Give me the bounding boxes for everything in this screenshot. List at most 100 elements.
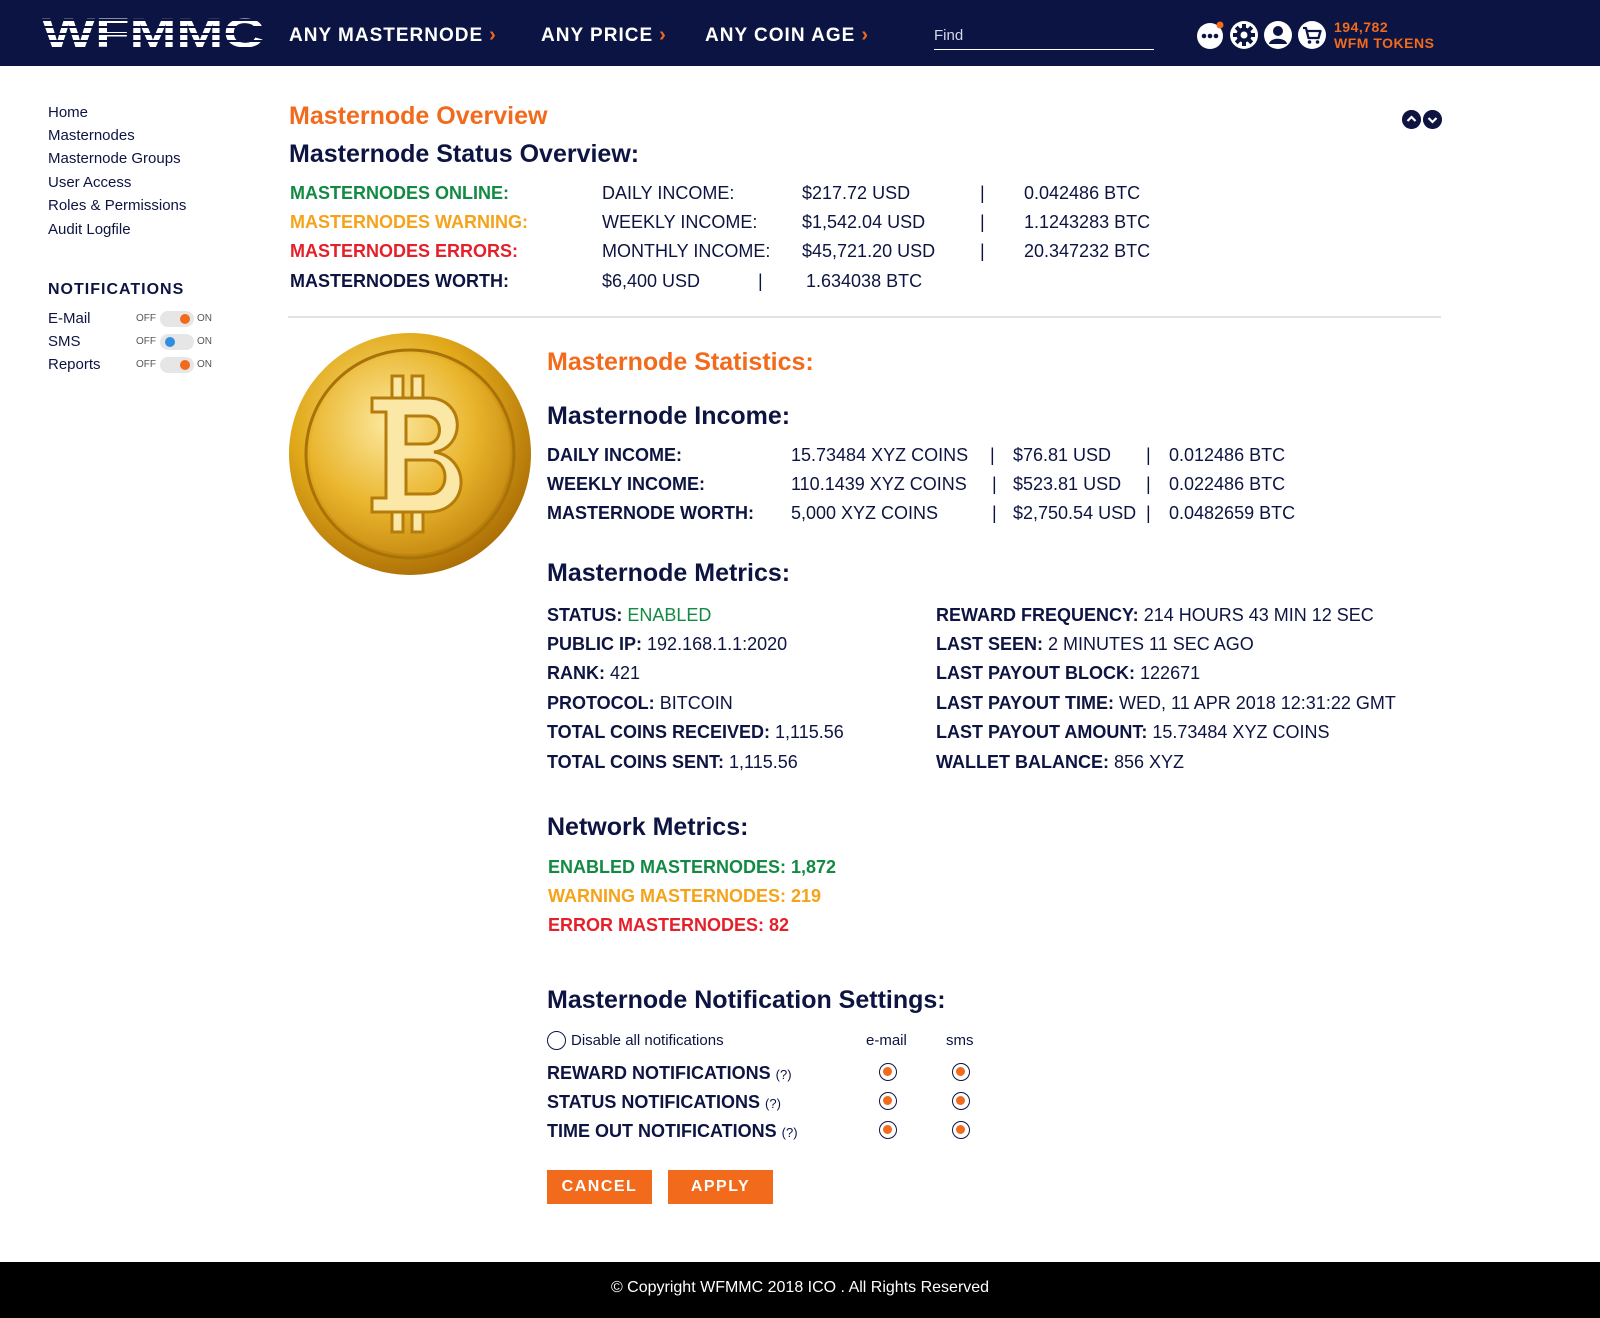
- expand-down-icon[interactable]: [1423, 110, 1442, 129]
- notification-label: E-Mail: [48, 310, 91, 327]
- apply-button[interactable]: APPLY: [668, 1170, 773, 1204]
- sms-column-header: sms: [946, 1032, 974, 1049]
- copyright-text: © Copyright WFMMC 2018 ICO . All Rights …: [610, 1279, 990, 1296]
- timeout-sms-radio[interactable]: [952, 1121, 970, 1139]
- sidebar-link-masternodes[interactable]: Masternodes: [48, 127, 135, 144]
- toggle-knob: [180, 360, 190, 370]
- sidebar-link-masternode-groups[interactable]: Masternode Groups: [48, 150, 181, 167]
- metric-rank: RANK: 421: [547, 663, 640, 684]
- metric-label: LAST SEEN:: [936, 634, 1044, 654]
- chevron-right-icon: ›: [861, 24, 869, 46]
- cancel-button[interactable]: CANCEL: [547, 1170, 652, 1204]
- daily-income-usd: $217.72 USD: [802, 183, 911, 203]
- separator: |: [758, 271, 763, 291]
- monthly-income-usd: $45,721.20 USD: [802, 241, 936, 261]
- monthly-income-label: MONTHLY INCOME:: [602, 241, 771, 261]
- timeout-notifications-label: TIME OUT NOTIFICATIONS (?): [547, 1121, 798, 1142]
- chat-notification-icon[interactable]: [1195, 20, 1225, 50]
- sidebar-link-roles-permissions[interactable]: Roles & Permissions: [48, 197, 186, 214]
- gear-icon[interactable]: [1229, 20, 1259, 50]
- metric-protocol: PROTOCOL: BITCOIN: [547, 693, 733, 714]
- metric-last-payout-amount: LAST PAYOUT AMOUNT: 15.73484 XYZ COINS: [936, 722, 1329, 743]
- status-notifications-label: STATUS NOTIFICATIONS (?): [547, 1092, 781, 1113]
- income-row-coins: 5,000 XYZ COINS: [791, 503, 939, 523]
- monthly-income-btc: 20.347232 BTC: [1024, 241, 1151, 261]
- masternodes-errors-label: MASTERNODES ERRORS:: [290, 241, 519, 261]
- nav-any-coin-age[interactable]: ANY COIN AGE ›: [705, 24, 869, 47]
- metric-last-payout-block: LAST PAYOUT BLOCK: 122671: [936, 663, 1200, 684]
- status-sms-radio[interactable]: [952, 1092, 970, 1110]
- metric-value: WED, 11 APR 2018 12:31:22 GMT: [1119, 693, 1396, 713]
- user-icon[interactable]: [1263, 20, 1293, 50]
- network-metrics-title: Network Metrics:: [547, 813, 749, 841]
- income-row-label: MASTERNODE WORTH:: [547, 503, 754, 523]
- metric-reward-frequency: REWARD FREQUENCY: 214 HOURS 43 MIN 12 SE…: [936, 605, 1374, 626]
- notification-label: Reports: [48, 356, 101, 373]
- metric-label: TOTAL COINS RECEIVED:: [547, 722, 771, 742]
- wfmmc-logo[interactable]: WFMMC: [42, 14, 264, 50]
- timeout-email-radio[interactable]: [879, 1121, 897, 1139]
- separator: |: [980, 212, 985, 232]
- nav-any-masternode[interactable]: ANY MASTERNODE ›: [289, 24, 497, 47]
- metric-value: BITCOIN: [659, 693, 733, 713]
- income-title: Masternode Income:: [547, 402, 791, 430]
- separator: |: [992, 474, 997, 494]
- weekly-income-label: WEEKLY INCOME:: [602, 212, 758, 232]
- search-input[interactable]: [934, 22, 1154, 50]
- status-email-radio[interactable]: [879, 1092, 897, 1110]
- sidebar-link-home[interactable]: Home: [48, 104, 88, 121]
- reward-notifications-label: REWARD NOTIFICATIONS (?): [547, 1063, 792, 1084]
- sidebar-link-user-access[interactable]: User Access: [48, 174, 131, 191]
- warning-masternodes-count: WARNING MASTERNODES: 219: [548, 886, 822, 906]
- income-row-usd: $76.81 USD: [1013, 445, 1112, 465]
- nav-any-price[interactable]: ANY PRICE ›: [541, 24, 667, 47]
- reports-toggle[interactable]: [160, 357, 194, 373]
- worth-usd: $6,400 USD: [602, 271, 701, 291]
- metric-label: STATUS:: [547, 605, 623, 625]
- help-icon[interactable]: (?): [765, 1096, 781, 1111]
- off-label: OFF: [136, 359, 156, 370]
- metric-value: 856 XYZ: [1114, 752, 1185, 772]
- notification-label: SMS: [48, 333, 81, 350]
- top-navigation-bar: WFMMC ANY MASTERNODE › ANY PRICE › ANY COI…: [0, 0, 1600, 66]
- on-label: ON: [197, 336, 212, 347]
- sms-toggle[interactable]: [160, 334, 194, 350]
- metric-label: LAST PAYOUT TIME:: [936, 693, 1115, 713]
- reward-sms-radio[interactable]: [952, 1063, 970, 1081]
- help-icon[interactable]: (?): [776, 1067, 792, 1082]
- on-label: ON: [197, 313, 212, 324]
- metric-total-coins-sent: TOTAL COINS SENT: 1,115.56: [547, 752, 798, 773]
- separator: |: [1146, 503, 1151, 523]
- separator: |: [980, 183, 985, 203]
- metric-wallet-balance: WALLET BALANCE: 856 XYZ: [936, 752, 1184, 773]
- collapse-up-icon[interactable]: [1402, 110, 1421, 129]
- disable-all-radio[interactable]: [547, 1031, 566, 1050]
- row-label: STATUS NOTIFICATIONS: [547, 1092, 760, 1112]
- cart-icon[interactable]: [1297, 20, 1327, 50]
- bitcoin-coin-icon: [289, 333, 531, 575]
- income-row-btc: 0.0482659 BTC: [1169, 503, 1296, 523]
- token-amount: 194,782: [1334, 19, 1389, 35]
- separator: |: [1146, 445, 1151, 465]
- svg-text:WFMMC: WFMMC: [42, 14, 264, 50]
- daily-income-label: DAILY INCOME:: [602, 183, 735, 203]
- sidebar-link-audit-logfile[interactable]: Audit Logfile: [48, 221, 131, 238]
- row-label: REWARD NOTIFICATIONS: [547, 1063, 771, 1083]
- help-icon[interactable]: (?): [782, 1125, 798, 1140]
- off-label: OFF: [136, 336, 156, 347]
- metric-value: 1,115.56: [775, 722, 844, 742]
- metric-total-coins-received: TOTAL COINS RECEIVED: 1,115.56: [547, 722, 844, 743]
- reward-email-radio[interactable]: [879, 1063, 897, 1081]
- daily-income-btc: 0.042486 BTC: [1024, 183, 1141, 203]
- weekly-income-usd: $1,542.04 USD: [802, 212, 926, 232]
- metric-label: RANK:: [547, 663, 605, 683]
- metric-label: LAST PAYOUT BLOCK:: [936, 663, 1136, 683]
- page-title: Masternode Overview: [289, 102, 548, 130]
- metric-last-seen: LAST SEEN: 2 MINUTES 11 SEC AGO: [936, 634, 1254, 655]
- disable-all-label: Disable all notifications: [571, 1032, 724, 1049]
- metric-value: 192.168.1.1:2020: [647, 634, 788, 654]
- statistics-title: Masternode Statistics:: [547, 348, 814, 376]
- metric-public-ip: PUBLIC IP: 192.168.1.1:2020: [547, 634, 787, 655]
- metric-value: 421: [610, 663, 641, 683]
- email-toggle[interactable]: [160, 311, 194, 327]
